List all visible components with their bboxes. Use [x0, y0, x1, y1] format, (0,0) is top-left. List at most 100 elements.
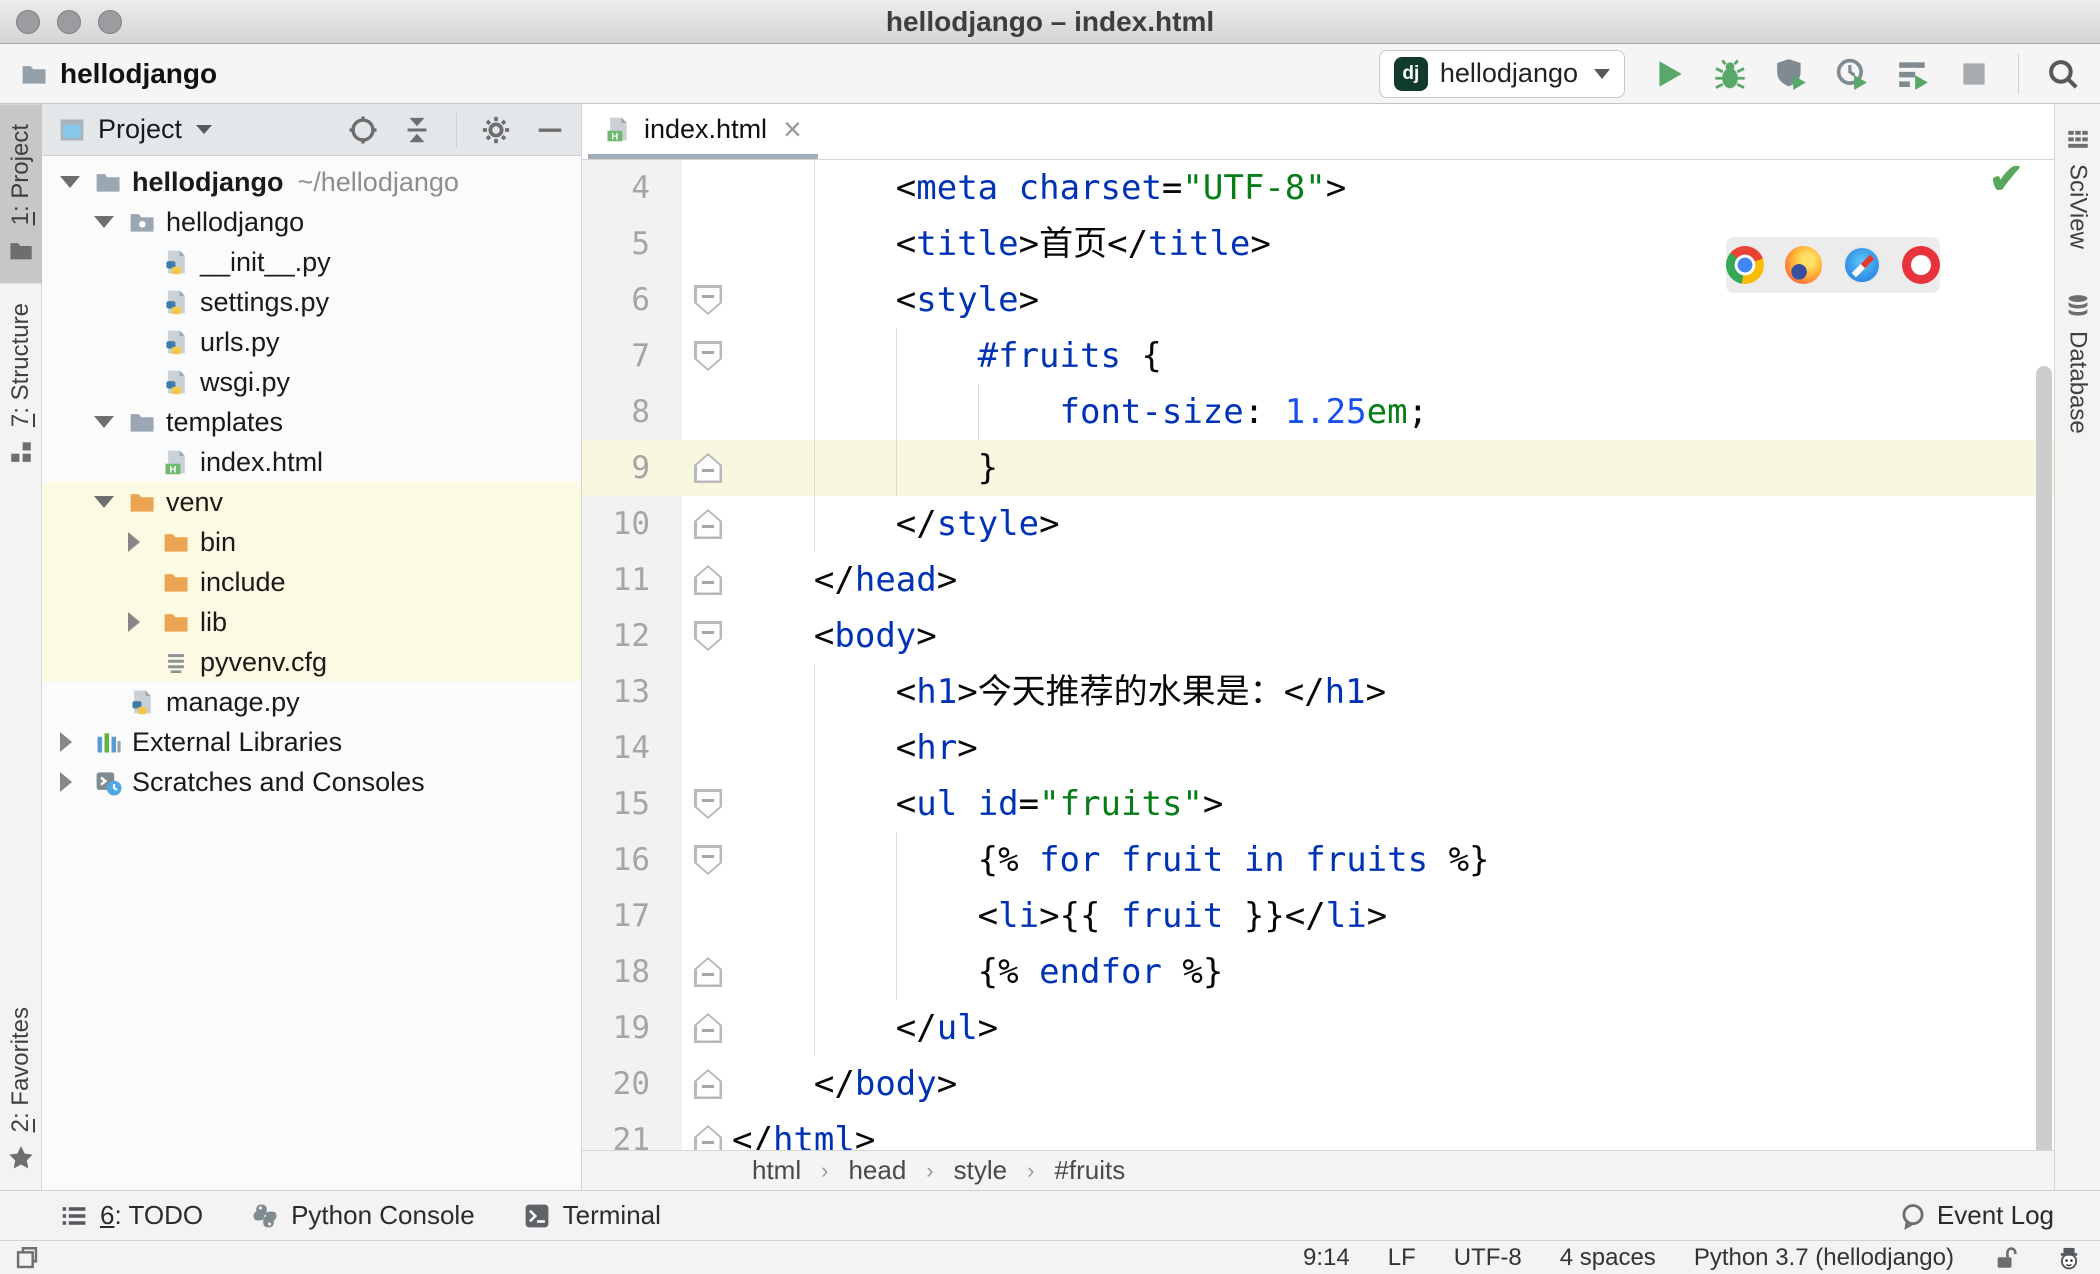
- code-line-18[interactable]: 18 {% endfor %}: [582, 944, 2054, 1000]
- inspections-ok-icon[interactable]: ✔: [1989, 160, 2024, 203]
- tree-item-hellodjango[interactable]: hellodjango: [42, 202, 581, 242]
- toolwindow-button-python-console[interactable]: Python Console: [251, 1200, 475, 1231]
- fold-marker-icon[interactable]: [682, 776, 732, 832]
- chevron-right-icon[interactable]: [60, 772, 94, 792]
- fold-marker-icon[interactable]: [682, 608, 732, 664]
- stripe-item-database[interactable]: Database: [2055, 271, 2100, 456]
- code-line-14[interactable]: 14 <hr>: [582, 720, 2054, 776]
- safari-icon[interactable]: [1843, 246, 1882, 284]
- chevron-down-icon[interactable]: [60, 176, 94, 188]
- status-9-14[interactable]: 9:14: [1303, 1244, 1350, 1272]
- code-line-10[interactable]: 10 </style>: [582, 496, 2054, 552]
- tree-item-lib[interactable]: lib: [42, 602, 581, 642]
- chevron-down-icon[interactable]: [94, 496, 128, 508]
- code-line-17[interactable]: 17 <li>{{ fruit }}</li>: [582, 888, 2054, 944]
- tab-index-html[interactable]: H index.html ×: [588, 104, 818, 159]
- status-python-3-7-hellodjango[interactable]: Python 3.7 (hellodjango): [1694, 1244, 1954, 1272]
- code-line-13[interactable]: 13 <h1>今天推荐的水果是：</h1>: [582, 664, 2054, 720]
- code-line-11[interactable]: 11 </head>: [582, 552, 2054, 608]
- chevron-down-icon[interactable]: [94, 216, 128, 228]
- hide-panel-icon[interactable]: [535, 115, 565, 145]
- breadcrumb-html[interactable]: html: [752, 1155, 801, 1186]
- code-editor[interactable]: 4 <meta charset="UTF-8"> 5 <title>首页</tit…: [582, 160, 2054, 1150]
- toolwindow-button-terminal[interactable]: Terminal: [523, 1200, 661, 1231]
- fold-marker-icon[interactable]: [682, 552, 732, 608]
- code-line-4[interactable]: 4 <meta charset="UTF-8">: [582, 160, 2054, 216]
- tree-item-settings-py[interactable]: settings.py: [42, 282, 581, 322]
- close-window-button[interactable]: [16, 10, 40, 34]
- fold-marker-icon[interactable]: [682, 440, 732, 496]
- unlock-icon[interactable]: [1992, 1245, 2018, 1271]
- chevron-down-icon[interactable]: [94, 416, 128, 428]
- tree-item-bin[interactable]: bin: [42, 522, 581, 562]
- hector-inspections-icon[interactable]: [2056, 1245, 2082, 1271]
- tree-item-venv[interactable]: venv: [42, 482, 581, 522]
- fold-marker-icon[interactable]: [682, 1000, 732, 1056]
- minimize-window-button[interactable]: [57, 10, 81, 34]
- tree-item-hellodjango[interactable]: hellodjango ~/hellodjango: [42, 162, 581, 202]
- stripe-item-sciview[interactable]: SciView: [2055, 104, 2100, 271]
- code-line-8[interactable]: 8 font-size: 1.25em;: [582, 384, 2054, 440]
- chevron-right-icon[interactable]: [128, 612, 162, 632]
- code-line-19[interactable]: 19 </ul>: [582, 1000, 2054, 1056]
- fold-marker-icon[interactable]: [682, 272, 732, 328]
- status-utf-8[interactable]: UTF-8: [1454, 1244, 1522, 1272]
- code-line-20[interactable]: 20 </body>: [582, 1056, 2054, 1112]
- tree-item-index-html[interactable]: Hindex.html: [42, 442, 581, 482]
- stripe-item-2-favorites[interactable]: 2: Favorites: [0, 987, 42, 1190]
- chrome-icon[interactable]: [1726, 246, 1764, 284]
- toolwindow-button-6-todo[interactable]: 6: TODO: [60, 1200, 203, 1231]
- code-line-7[interactable]: 7 #fruits {: [582, 328, 2054, 384]
- chevron-down-icon[interactable]: [196, 125, 213, 134]
- gear-icon[interactable]: [481, 115, 511, 145]
- code-line-12[interactable]: 12 <body>: [582, 608, 2054, 664]
- tree-item-external-libraries[interactable]: External Libraries: [42, 722, 581, 762]
- breadcrumb-fruits[interactable]: #fruits: [1054, 1155, 1125, 1186]
- tree-item-include[interactable]: include: [42, 562, 581, 602]
- fold-marker-icon[interactable]: [682, 944, 732, 1000]
- tree-item-wsgi-py[interactable]: wsgi.py: [42, 362, 581, 402]
- search-everywhere-button[interactable]: [2046, 57, 2080, 91]
- tree-item-templates[interactable]: templates: [42, 402, 581, 442]
- breadcrumb-style[interactable]: style: [954, 1155, 1007, 1186]
- fold-marker-icon[interactable]: [682, 1056, 732, 1112]
- run-button[interactable]: [1652, 57, 1686, 91]
- fold-marker-icon[interactable]: [682, 1112, 732, 1150]
- firefox-icon[interactable]: [1784, 246, 1823, 284]
- fold-marker-icon[interactable]: [682, 496, 732, 552]
- project-breadcrumb[interactable]: hellodjango: [20, 58, 217, 90]
- opera-icon[interactable]: [1902, 246, 1940, 284]
- tree-item-urls-py[interactable]: urls.py: [42, 322, 581, 362]
- fold-marker-icon[interactable]: [682, 832, 732, 888]
- code-line-16[interactable]: 16 {% for fruit in fruits %}: [582, 832, 2054, 888]
- run-configuration-selector[interactable]: dj hellodjango: [1378, 49, 1625, 98]
- locate-icon[interactable]: [348, 115, 378, 145]
- status-lf[interactable]: LF: [1388, 1244, 1416, 1272]
- run-with-coverage-button[interactable]: [1774, 57, 1808, 91]
- code-line-9[interactable]: 9 }: [582, 440, 2054, 496]
- tree-item-manage-py[interactable]: manage.py: [42, 682, 581, 722]
- collapse-all-icon[interactable]: [402, 115, 432, 145]
- breadcrumb-head[interactable]: head: [848, 1155, 906, 1186]
- tree-item-scratches-and-consoles[interactable]: Scratches and Consoles: [42, 762, 581, 802]
- concurrency-button[interactable]: [1896, 57, 1930, 91]
- close-tab-icon[interactable]: ×: [783, 113, 802, 145]
- chevron-right-icon[interactable]: [128, 532, 162, 552]
- code-line-21[interactable]: 21 </html>: [582, 1112, 2054, 1150]
- profiler-button[interactable]: [1835, 57, 1869, 91]
- tree-item-init-py[interactable]: __init__.py: [42, 242, 581, 282]
- editor-scrollbar[interactable]: [2036, 366, 2052, 1150]
- fold-marker-icon[interactable]: [682, 328, 732, 384]
- zoom-window-button[interactable]: [98, 10, 122, 34]
- panel-title[interactable]: Project: [98, 114, 182, 145]
- event-log-button[interactable]: Event Log: [1899, 1200, 2054, 1231]
- tree-item-pyvenv-cfg[interactable]: pyvenv.cfg: [42, 642, 581, 682]
- debug-button[interactable]: [1713, 57, 1747, 91]
- stripe-item-1-project[interactable]: 1: Project: [0, 104, 42, 284]
- status-4-spaces[interactable]: 4 spaces: [1560, 1244, 1656, 1272]
- code-line-15[interactable]: 15 <ul id="fruits">: [582, 776, 2054, 832]
- toolwindows-icon[interactable]: [14, 1245, 40, 1271]
- chevron-right-icon[interactable]: [60, 732, 94, 752]
- stop-button[interactable]: [1957, 57, 1991, 91]
- stripe-item-7-structure[interactable]: 7: Structure: [0, 283, 42, 485]
